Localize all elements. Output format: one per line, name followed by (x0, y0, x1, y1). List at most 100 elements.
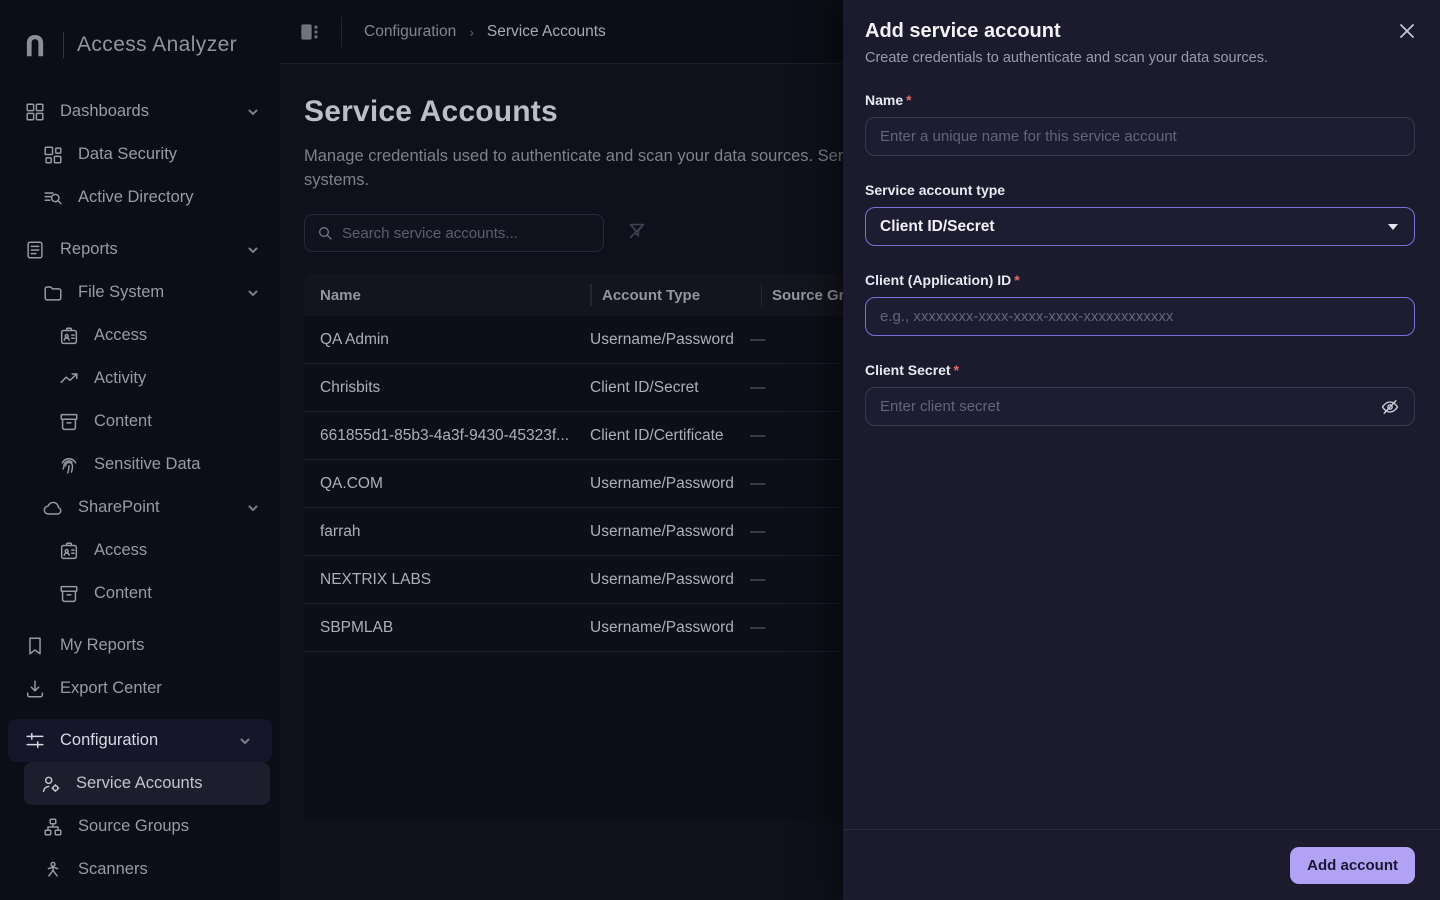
sidebar-item-sp-access[interactable]: Access (0, 529, 280, 572)
name-field-wrap (865, 117, 1415, 156)
cell-name: QA Admin (320, 330, 389, 348)
account-type-label: Service account type (865, 182, 1006, 198)
cell-name: farrah (320, 522, 361, 540)
sidebar-item-sharepoint[interactable]: SharePoint (0, 486, 280, 529)
sidebar-item-export-center[interactable]: Export Center (0, 667, 280, 710)
sliders-icon (24, 730, 46, 752)
sidebar-item-label: Content (94, 412, 152, 430)
client-secret-field-wrap (865, 387, 1415, 426)
sidebar-item-label: Configuration (60, 731, 159, 749)
file-text-icon (24, 239, 46, 261)
sidebar-item-fs-content[interactable]: Content (0, 400, 280, 443)
chevron-down-icon (246, 286, 260, 300)
app-logo: Access Analyzer (0, 0, 280, 60)
cell-type: Username/Password (590, 522, 734, 540)
required-asterisk: * (953, 362, 960, 378)
sidebar-item-label: Dashboards (60, 102, 149, 120)
dashboard-icon (24, 101, 46, 123)
sidebar-item-reports[interactable]: Reports (0, 228, 280, 271)
sidebar-item-label: Export Center (60, 679, 162, 697)
logo-divider (63, 32, 64, 58)
required-asterisk: * (1014, 272, 1020, 288)
sidebar: Access Analyzer Dashboards Data Security A… (0, 0, 280, 900)
user-gear-icon (40, 773, 62, 795)
chevron-down-icon (246, 105, 260, 119)
bookmark-icon (24, 635, 46, 657)
sidebar-item-source-groups[interactable]: Source Groups (0, 805, 280, 848)
sidebar-item-configuration[interactable]: Configuration (8, 719, 272, 762)
sidebar-item-label: Scanners (78, 860, 148, 878)
close-icon[interactable] (1398, 22, 1416, 40)
sidebar-item-label: Activity (94, 369, 147, 387)
client-id-label: Client (Application) ID * (865, 272, 1020, 288)
client-id-field[interactable] (880, 308, 1400, 325)
add-account-button[interactable]: Add account (1290, 847, 1415, 884)
sidebar-item-label: Access (94, 326, 148, 344)
search-input[interactable] (342, 224, 591, 242)
sidebar-item-label: Data Security (78, 145, 178, 163)
breadcrumb-chevron-icon: › (469, 23, 474, 40)
sidebar-item-label: Source Groups (78, 817, 189, 835)
logo-n-icon (26, 35, 44, 57)
cell-name: SBPMLAB (320, 618, 394, 636)
sidebar-item-fs-access[interactable]: Access (0, 314, 280, 357)
cell-type: Username/Password (590, 474, 734, 492)
breadcrumb-service-accounts[interactable]: Service Accounts (487, 23, 606, 41)
client-secret-label: Client Secret * (865, 362, 960, 378)
sidebar-item-label: Service Accounts (76, 774, 203, 792)
cell-type: Client ID/Certificate (590, 426, 724, 444)
search-list-icon (42, 187, 64, 209)
nodes-icon (42, 816, 64, 838)
sidebar-nav: Dashboards Data Security Active Directory R… (0, 90, 280, 891)
sidebar-item-fs-activity[interactable]: Activity (0, 357, 280, 400)
column-header-name: Name (320, 286, 361, 304)
drawer-subtitle: Create credentials to authenticate and s… (865, 50, 1269, 66)
sidebar-item-label: SharePoint (78, 498, 160, 516)
folder-icon (42, 282, 64, 304)
client-id-field-wrap (865, 297, 1415, 336)
cell-type: Username/Password (590, 330, 734, 348)
cell-name: 661855d1-85b3-4a3f-9430-45323f... (320, 426, 570, 444)
cell-type: Username/Password (590, 618, 734, 636)
chevron-down-icon (246, 243, 260, 257)
sidebar-item-service-accounts[interactable]: Service Accounts (24, 762, 270, 805)
sidebar-item-sp-content[interactable]: Content (0, 572, 280, 615)
trend-icon (58, 368, 80, 390)
sidebar-item-active-directory[interactable]: Active Directory (0, 176, 280, 219)
cell-name: QA.COM (320, 474, 383, 492)
eye-off-icon[interactable] (1380, 397, 1400, 417)
account-type-select[interactable]: Client ID/Secret (865, 207, 1415, 246)
data-security-icon (42, 144, 64, 166)
sidebar-item-scanners[interactable]: Scanners (0, 848, 280, 891)
sidebar-item-my-reports[interactable]: My Reports (0, 624, 280, 667)
name-label: Name * (865, 92, 912, 108)
person-icon (42, 859, 64, 881)
name-field[interactable] (880, 128, 1400, 145)
sidebar-item-label: Sensitive Data (94, 455, 201, 473)
sidebar-item-data-security[interactable]: Data Security (0, 133, 280, 176)
search-box (304, 214, 604, 252)
topbar-divider (341, 16, 342, 47)
app-title: Access Analyzer (77, 33, 238, 56)
cell-type: Username/Password (590, 570, 734, 588)
filter-off-icon[interactable] (626, 220, 652, 246)
id-badge-icon (58, 325, 80, 347)
drawer-title: Add service account (865, 20, 1061, 42)
cloud-icon (42, 497, 64, 519)
sidebar-item-dashboards[interactable]: Dashboards (0, 90, 280, 133)
sidebar-item-label: Content (94, 584, 152, 602)
client-secret-field[interactable] (880, 398, 1380, 415)
archive-icon (58, 583, 80, 605)
account-type-value: Client ID/Secret (880, 217, 995, 235)
chevron-down-icon (238, 734, 252, 748)
download-icon (24, 678, 46, 700)
sidebar-item-label: Active Directory (78, 188, 194, 206)
chevron-down-icon (1388, 223, 1398, 230)
search-icon (319, 227, 332, 240)
sidebar-toggle-button[interactable] (297, 19, 323, 45)
sidebar-item-file-system[interactable]: File System (0, 271, 280, 314)
cell-type: Client ID/Secret (590, 378, 699, 396)
add-service-account-drawer: Add service account Create credentials t… (843, 0, 1440, 900)
sidebar-item-fs-sensitive[interactable]: Sensitive Data (0, 443, 280, 486)
breadcrumb-configuration[interactable]: Configuration (364, 23, 456, 41)
